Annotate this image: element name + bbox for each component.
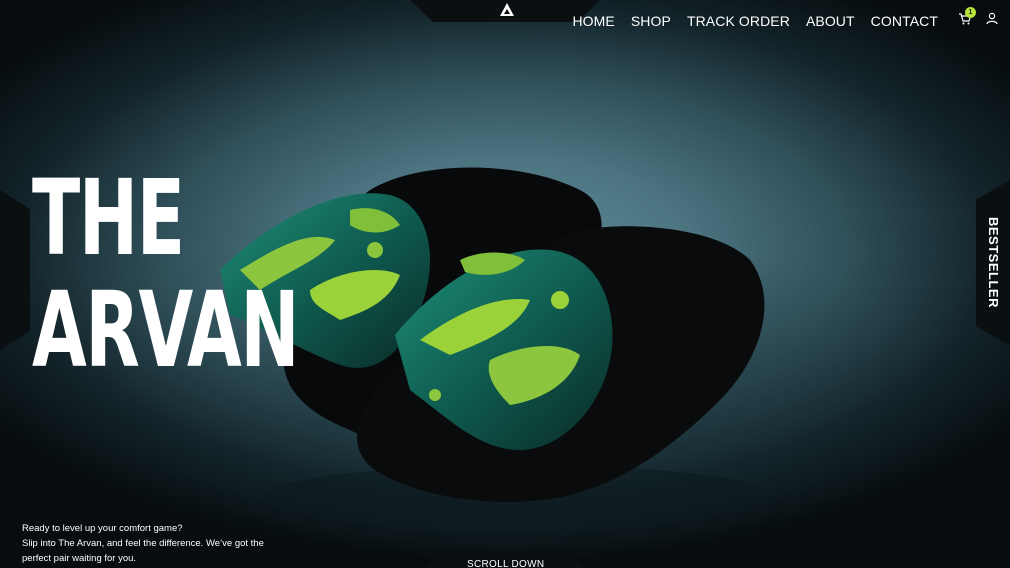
left-edge-tab bbox=[0, 190, 30, 350]
header-icons: 1 bbox=[958, 7, 998, 26]
hero-title: THE ARVAN bbox=[32, 157, 300, 391]
tagline-line3: perfect pair waiting for you. bbox=[22, 553, 137, 564]
hero-tagline: Ready to level up your comfort game? Sli… bbox=[22, 521, 272, 566]
hero-section: HOME SHOP TRACK ORDER ABOUT CONTACT 1 BE… bbox=[0, 0, 1010, 568]
cart-count-badge: 1 bbox=[965, 7, 976, 18]
nav-contact[interactable]: CONTACT bbox=[871, 13, 938, 29]
nav-shop[interactable]: SHOP bbox=[631, 13, 671, 29]
user-icon[interactable] bbox=[986, 12, 998, 26]
hero-title-line2: ARVAN bbox=[32, 269, 300, 391]
triangle-logo-icon[interactable] bbox=[500, 3, 514, 16]
tagline-line1: Ready to level up your comfort game? bbox=[22, 523, 183, 534]
nav-track-order[interactable]: TRACK ORDER bbox=[687, 13, 790, 29]
cart-button[interactable]: 1 bbox=[958, 7, 976, 26]
hero-title-line1: THE bbox=[32, 157, 185, 279]
bestseller-label[interactable]: BESTSELLER bbox=[986, 217, 1001, 308]
tagline-line2: Slip into The Arvan, and feel the differ… bbox=[22, 538, 264, 549]
nav-home[interactable]: HOME bbox=[572, 13, 614, 29]
nav-about[interactable]: ABOUT bbox=[806, 13, 855, 29]
main-nav: HOME SHOP TRACK ORDER ABOUT CONTACT bbox=[572, 13, 938, 29]
scroll-down-link[interactable]: SCROLL DOWN bbox=[467, 559, 544, 568]
